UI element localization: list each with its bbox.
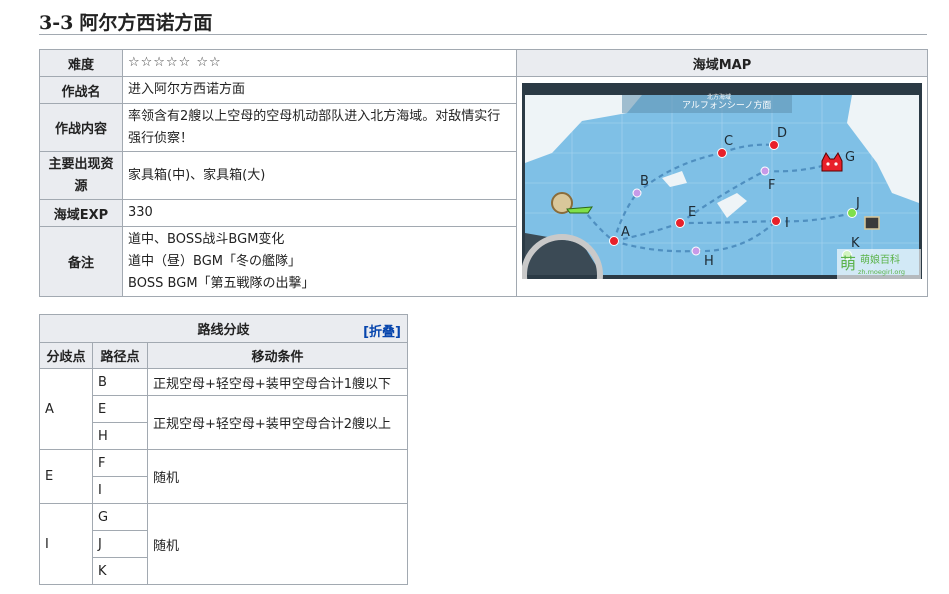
node-f — [760, 166, 770, 176]
resource-label-line-2: 源 — [74, 178, 88, 194]
node-label-e: E — [688, 205, 696, 220]
sea-area-map: アルフォンシーノ方面 北方海域 A B C D E F G H I J K 萌 … — [521, 83, 922, 316]
watermark-url: zh.moegirl.org — [858, 268, 905, 276]
op-name-label: 作战名 — [39, 76, 123, 104]
resource-value: 家具箱(中)、家具箱(大) — [122, 151, 517, 200]
branch-point-e: E — [39, 449, 93, 504]
col-branch-header: 分歧点 — [39, 342, 93, 369]
path-e: E — [92, 395, 148, 423]
op-content-value: 率领含有2艘以上空母的空母机动部队进入北方海域。对敌情实行强行侦察！ — [122, 103, 517, 152]
node-label-d: D — [777, 126, 787, 141]
node-c — [717, 148, 727, 158]
resource-chest-icon — [864, 216, 880, 230]
branch-point-i: I — [39, 503, 93, 585]
path-b: B — [92, 368, 148, 396]
path-k: K — [92, 557, 148, 585]
heading-number: 3-3 — [39, 12, 74, 34]
node-label-k: K — [851, 236, 860, 251]
node-i — [771, 216, 781, 226]
op-name-value: 进入阿尔方西诺方面 — [122, 76, 517, 104]
node-e — [675, 218, 685, 228]
exp-value: 330 — [122, 199, 517, 227]
branch-point-a: A — [39, 368, 93, 450]
watermark-text: 萌娘百科 — [860, 253, 900, 266]
node-label-j: J — [855, 196, 860, 211]
notes-line-2: 道中（昼）BGM「冬の艦隊」 — [128, 253, 301, 269]
op-content-label: 作战内容 — [39, 103, 123, 152]
route-table-title: 路线分歧 [折叠] — [39, 314, 408, 343]
node-label-a: A — [621, 225, 630, 240]
notes-label: 备注 — [39, 226, 123, 297]
node-label-h: H — [704, 254, 714, 269]
node-label-i: I — [785, 216, 789, 231]
node-h — [691, 246, 701, 256]
node-label-b: B — [640, 174, 649, 189]
section-heading: 3-3 阿尔方西诺方面 — [39, 8, 927, 35]
node-b — [632, 188, 642, 198]
map-image: アルフォンシーノ方面 北方海域 A B C D E F G H I J K 萌 … — [521, 83, 922, 316]
exp-label: 海域EXP — [39, 199, 123, 227]
resource-label: 主要出现资 源 — [39, 151, 123, 200]
map-header: 海域MAP — [516, 49, 928, 77]
condition-e: 随机 — [147, 449, 408, 504]
difficulty-value: ☆☆☆☆☆ ☆☆ — [122, 49, 517, 77]
node-label-g: G — [845, 150, 855, 165]
path-f: F — [92, 449, 148, 477]
difficulty-label: 难度 — [39, 49, 123, 77]
node-a — [609, 236, 619, 246]
map-cell: アルフォンシーノ方面 北方海域 A B C D E F G H I J K 萌 … — [516, 76, 928, 316]
condition-i: 随机 — [147, 503, 408, 585]
collapse-link[interactable]: [折叠] — [363, 325, 401, 340]
notes-line-3: BOSS BGM「第五戦隊の出撃」 — [128, 275, 315, 291]
col-condition-header: 移动条件 — [147, 342, 408, 369]
node-label-f: F — [768, 178, 775, 193]
path-g: G — [92, 503, 148, 531]
map-info-table: 难度 ☆☆☆☆☆ ☆☆ 海域MAP 作战名 进入阿尔方西诺方面 アルフォンシーノ… — [39, 49, 928, 316]
path-j: J — [92, 530, 148, 558]
path-h: H — [92, 422, 148, 450]
watermark-mark: 萌 — [840, 254, 856, 273]
condition-a-b: 正规空母+轻空母+装甲空母合计1艘以下 — [147, 368, 408, 396]
node-label-c: C — [724, 134, 733, 149]
notes-line-1: 道中、BOSS战斗BGM变化 — [128, 231, 285, 247]
collapse-toggle[interactable]: [折叠] — [363, 321, 401, 340]
col-path-header: 路径点 — [92, 342, 148, 369]
node-d — [769, 140, 779, 150]
map-area-subtitle: 北方海域 — [707, 93, 731, 101]
notes-value: 道中、BOSS战斗BGM变化 道中（昼）BGM「冬の艦隊」 BOSS BGM「第… — [122, 226, 517, 297]
route-branch-table: 路线分歧 [折叠] 分歧点 路径点 移动条件 A B 正规空母+轻空母+装甲空母… — [39, 314, 408, 585]
resource-label-line-1: 主要出现资 — [48, 156, 114, 172]
path-i: I — [92, 476, 148, 504]
route-title-text: 路线分歧 — [197, 323, 250, 338]
condition-a-eh: 正规空母+轻空母+装甲空母合计2艘以上 — [147, 395, 408, 450]
heading-title: 阿尔方西诺方面 — [79, 12, 213, 34]
